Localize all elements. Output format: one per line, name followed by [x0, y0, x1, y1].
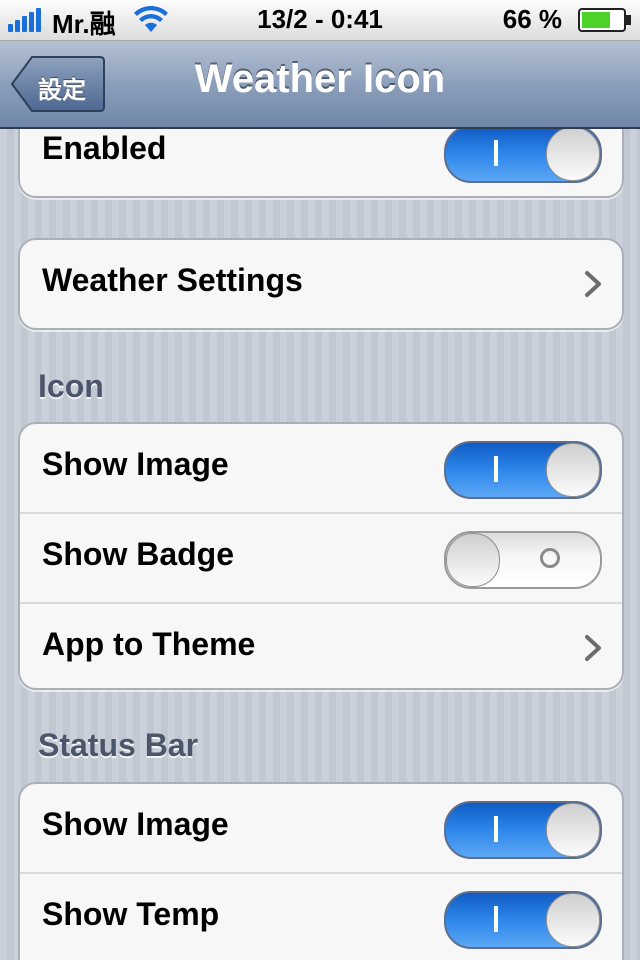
back-button-label: 設定 — [38, 77, 86, 104]
enabled-row: Enabled — [20, 129, 622, 196]
weather-settings-label: Weather Settings — [42, 262, 303, 298]
chevron-right-icon — [585, 271, 601, 297]
battery-percent: 66 % — [502, 4, 562, 34]
icon-show-badge-toggle[interactable] — [444, 531, 602, 589]
enabled-label: Enabled — [42, 130, 167, 166]
toggle-knob — [546, 893, 600, 947]
toggle-knob — [546, 443, 600, 497]
status-show-image-toggle[interactable] — [444, 801, 602, 859]
navigation-bar: 設定 Weather Icon — [0, 41, 640, 129]
toggle-knob — [546, 129, 600, 181]
section-header-status-bar: Status Bar — [38, 727, 199, 763]
toggle-knob — [546, 803, 600, 857]
icon-show-image-toggle[interactable] — [444, 441, 602, 499]
on-mark-icon — [494, 140, 498, 166]
status-show-temp-toggle[interactable] — [444, 891, 602, 949]
status-show-temp-row: Show Temp — [20, 872, 622, 960]
on-mark-icon — [494, 456, 498, 482]
status-show-image-label: Show Image — [42, 806, 229, 842]
status-bar-group: Show Image Show Temp — [18, 782, 624, 960]
enabled-group: Enabled — [18, 129, 624, 198]
icon-show-image-row: Show Image — [20, 424, 622, 512]
weather-settings-row[interactable]: Weather Settings — [20, 240, 622, 328]
on-mark-icon — [494, 816, 498, 842]
app-to-theme-row[interactable]: App to Theme — [20, 602, 622, 688]
back-button[interactable]: 設定 — [10, 55, 106, 113]
icon-show-badge-row: Show Badge — [20, 512, 622, 602]
off-mark-icon — [540, 548, 560, 568]
enabled-toggle[interactable] — [444, 129, 602, 183]
icon-show-badge-label: Show Badge — [42, 536, 235, 572]
page-title: Weather Icon — [194, 57, 446, 101]
app-to-theme-label: App to Theme — [42, 626, 256, 662]
status-show-image-row: Show Image — [20, 784, 622, 872]
icon-group: Show Image Show Badge App to Theme — [18, 422, 624, 690]
weather-settings-group: Weather Settings — [18, 238, 624, 330]
icon-show-image-label: Show Image — [42, 446, 229, 482]
status-bar: Mr.融 13/2 - 0:41 66 % — [0, 0, 640, 41]
toggle-knob — [446, 533, 500, 587]
section-header-icon: Icon — [38, 368, 104, 404]
settings-list[interactable]: Enabled Weather Settings Icon Show Image — [0, 129, 640, 960]
chevron-right-icon — [585, 635, 601, 661]
status-show-temp-label: Show Temp — [42, 896, 220, 932]
on-mark-icon — [494, 906, 498, 932]
battery-icon — [578, 8, 631, 32]
